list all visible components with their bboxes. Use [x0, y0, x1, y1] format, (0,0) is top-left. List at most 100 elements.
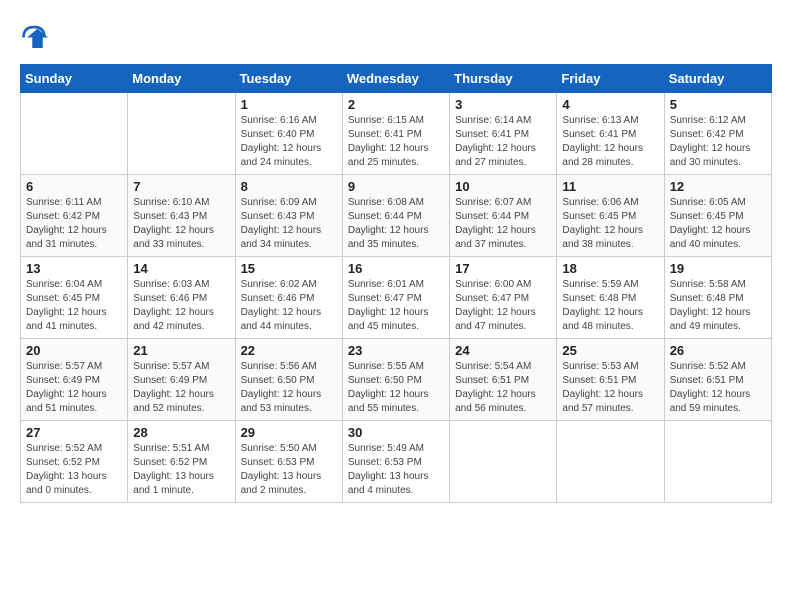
calendar-cell	[21, 93, 128, 175]
calendar-week-row: 20 Sunrise: 5:57 AMSunset: 6:49 PMDayligh…	[21, 339, 772, 421]
page: SundayMondayTuesdayWednesdayThursdayFrid…	[0, 0, 792, 612]
day-number: 4	[562, 97, 658, 112]
day-number: 18	[562, 261, 658, 276]
calendar-cell: 22 Sunrise: 5:56 AMSunset: 6:50 PMDayligh…	[235, 339, 342, 421]
cell-info: Sunrise: 5:49 AMSunset: 6:53 PMDaylight:…	[348, 442, 444, 498]
day-number: 20	[26, 343, 122, 358]
calendar-cell: 1 Sunrise: 6:16 AMSunset: 6:40 PMDaylight…	[235, 93, 342, 175]
cell-info: Sunrise: 5:52 AMSunset: 6:52 PMDaylight:…	[26, 442, 122, 498]
cell-info: Sunrise: 5:53 AMSunset: 6:51 PMDaylight:…	[562, 360, 658, 416]
calendar-cell: 11 Sunrise: 6:06 AMSunset: 6:45 PMDayligh…	[557, 175, 664, 257]
cell-info: Sunrise: 6:09 AMSunset: 6:43 PMDaylight:…	[241, 196, 337, 252]
cell-info: Sunrise: 5:57 AMSunset: 6:49 PMDaylight:…	[133, 360, 229, 416]
calendar-week-row: 13 Sunrise: 6:04 AMSunset: 6:45 PMDayligh…	[21, 257, 772, 339]
cell-info: Sunrise: 6:10 AMSunset: 6:43 PMDaylight:…	[133, 196, 229, 252]
calendar-cell: 21 Sunrise: 5:57 AMSunset: 6:49 PMDayligh…	[128, 339, 235, 421]
cell-info: Sunrise: 6:15 AMSunset: 6:41 PMDaylight:…	[348, 114, 444, 170]
day-number: 27	[26, 425, 122, 440]
weekday-header: Friday	[557, 65, 664, 93]
cell-info: Sunrise: 5:54 AMSunset: 6:51 PMDaylight:…	[455, 360, 551, 416]
day-number: 9	[348, 179, 444, 194]
calendar-cell: 26 Sunrise: 5:52 AMSunset: 6:51 PMDayligh…	[664, 339, 771, 421]
day-number: 13	[26, 261, 122, 276]
cell-info: Sunrise: 6:08 AMSunset: 6:44 PMDaylight:…	[348, 196, 444, 252]
cell-info: Sunrise: 6:12 AMSunset: 6:42 PMDaylight:…	[670, 114, 766, 170]
cell-info: Sunrise: 6:13 AMSunset: 6:41 PMDaylight:…	[562, 114, 658, 170]
calendar-week-row: 6 Sunrise: 6:11 AMSunset: 6:42 PMDaylight…	[21, 175, 772, 257]
calendar-cell: 7Sunrise: 6:10 AMSunset: 6:43 PMDaylight…	[128, 175, 235, 257]
calendar-cell: 10 Sunrise: 6:07 AMSunset: 6:44 PMDayligh…	[450, 175, 557, 257]
weekday-header: Saturday	[664, 65, 771, 93]
day-number: 6	[26, 179, 122, 194]
day-number: 24	[455, 343, 551, 358]
day-number: 30	[348, 425, 444, 440]
day-number: 8	[241, 179, 337, 194]
calendar-cell: 17Sunrise: 6:00 AMSunset: 6:47 PMDayligh…	[450, 257, 557, 339]
calendar-cell	[664, 421, 771, 503]
calendar-cell: 19 Sunrise: 5:58 AMSunset: 6:48 PMDayligh…	[664, 257, 771, 339]
cell-info: Sunrise: 6:04 AMSunset: 6:45 PMDaylight:…	[26, 278, 122, 334]
calendar-cell: 9 Sunrise: 6:08 AMSunset: 6:44 PMDaylight…	[342, 175, 449, 257]
day-number: 21	[133, 343, 229, 358]
cell-info: Sunrise: 6:00 AMSunset: 6:47 PMDaylight:…	[455, 278, 551, 334]
day-number: 2	[348, 97, 444, 112]
calendar-cell: 23Sunrise: 5:55 AMSunset: 6:50 PMDayligh…	[342, 339, 449, 421]
cell-info: Sunrise: 6:02 AMSunset: 6:46 PMDaylight:…	[241, 278, 337, 334]
cell-info: Sunrise: 6:11 AMSunset: 6:42 PMDaylight:…	[26, 196, 122, 252]
day-number: 1	[241, 97, 337, 112]
cell-info: Sunrise: 6:16 AMSunset: 6:40 PMDaylight:…	[241, 114, 337, 170]
day-number: 22	[241, 343, 337, 358]
cell-info: Sunrise: 5:57 AMSunset: 6:49 PMDaylight:…	[26, 360, 122, 416]
day-number: 19	[670, 261, 766, 276]
cell-info: Sunrise: 5:58 AMSunset: 6:48 PMDaylight:…	[670, 278, 766, 334]
cell-info: Sunrise: 5:51 AMSunset: 6:52 PMDaylight:…	[133, 442, 229, 498]
calendar-cell: 27 Sunrise: 5:52 AMSunset: 6:52 PMDayligh…	[21, 421, 128, 503]
cell-info: Sunrise: 6:01 AMSunset: 6:47 PMDaylight:…	[348, 278, 444, 334]
calendar-cell: 18 Sunrise: 5:59 AMSunset: 6:48 PMDayligh…	[557, 257, 664, 339]
calendar-table: SundayMondayTuesdayWednesdayThursdayFrid…	[20, 64, 772, 503]
cell-info: Sunrise: 6:03 AMSunset: 6:46 PMDaylight:…	[133, 278, 229, 334]
calendar-cell: 29Sunrise: 5:50 AMSunset: 6:53 PMDayligh…	[235, 421, 342, 503]
day-number: 11	[562, 179, 658, 194]
cell-info: Sunrise: 6:07 AMSunset: 6:44 PMDaylight:…	[455, 196, 551, 252]
weekday-header: Thursday	[450, 65, 557, 93]
day-number: 15	[241, 261, 337, 276]
weekday-header: Monday	[128, 65, 235, 93]
calendar-week-row: 1 Sunrise: 6:16 AMSunset: 6:40 PMDaylight…	[21, 93, 772, 175]
calendar-cell: 8 Sunrise: 6:09 AMSunset: 6:43 PMDaylight…	[235, 175, 342, 257]
day-number: 16	[348, 261, 444, 276]
weekday-header: Wednesday	[342, 65, 449, 93]
day-number: 23	[348, 343, 444, 358]
cell-info: Sunrise: 6:06 AMSunset: 6:45 PMDaylight:…	[562, 196, 658, 252]
day-number: 12	[670, 179, 766, 194]
calendar-cell: 3 Sunrise: 6:14 AMSunset: 6:41 PMDaylight…	[450, 93, 557, 175]
header	[20, 20, 772, 48]
calendar-cell: 15 Sunrise: 6:02 AMSunset: 6:46 PMDayligh…	[235, 257, 342, 339]
cell-info: Sunrise: 6:14 AMSunset: 6:41 PMDaylight:…	[455, 114, 551, 170]
calendar-cell: 25Sunrise: 5:53 AMSunset: 6:51 PMDayligh…	[557, 339, 664, 421]
calendar-cell: 5 Sunrise: 6:12 AMSunset: 6:42 PMDaylight…	[664, 93, 771, 175]
calendar-cell: 12Sunrise: 6:05 AMSunset: 6:45 PMDayligh…	[664, 175, 771, 257]
day-number: 10	[455, 179, 551, 194]
weekday-header: Tuesday	[235, 65, 342, 93]
day-number: 26	[670, 343, 766, 358]
logo-icon	[20, 20, 48, 48]
calendar-cell	[450, 421, 557, 503]
cell-info: Sunrise: 5:52 AMSunset: 6:51 PMDaylight:…	[670, 360, 766, 416]
calendar-cell: 14 Sunrise: 6:03 AMSunset: 6:46 PMDayligh…	[128, 257, 235, 339]
day-number: 5	[670, 97, 766, 112]
calendar-cell: 24 Sunrise: 5:54 AMSunset: 6:51 PMDayligh…	[450, 339, 557, 421]
calendar-cell: 28 Sunrise: 5:51 AMSunset: 6:52 PMDayligh…	[128, 421, 235, 503]
calendar-week-row: 27 Sunrise: 5:52 AMSunset: 6:52 PMDayligh…	[21, 421, 772, 503]
calendar-cell: 13 Sunrise: 6:04 AMSunset: 6:45 PMDayligh…	[21, 257, 128, 339]
calendar-cell	[128, 93, 235, 175]
day-number: 28	[133, 425, 229, 440]
calendar-cell: 30 Sunrise: 5:49 AMSunset: 6:53 PMDayligh…	[342, 421, 449, 503]
cell-info: Sunrise: 5:59 AMSunset: 6:48 PMDaylight:…	[562, 278, 658, 334]
day-number: 14	[133, 261, 229, 276]
calendar-cell: 2 Sunrise: 6:15 AMSunset: 6:41 PMDaylight…	[342, 93, 449, 175]
calendar-cell: 16 Sunrise: 6:01 AMSunset: 6:47 PMDayligh…	[342, 257, 449, 339]
day-number: 3	[455, 97, 551, 112]
calendar-cell: 20 Sunrise: 5:57 AMSunset: 6:49 PMDayligh…	[21, 339, 128, 421]
cell-info: Sunrise: 5:56 AMSunset: 6:50 PMDaylight:…	[241, 360, 337, 416]
